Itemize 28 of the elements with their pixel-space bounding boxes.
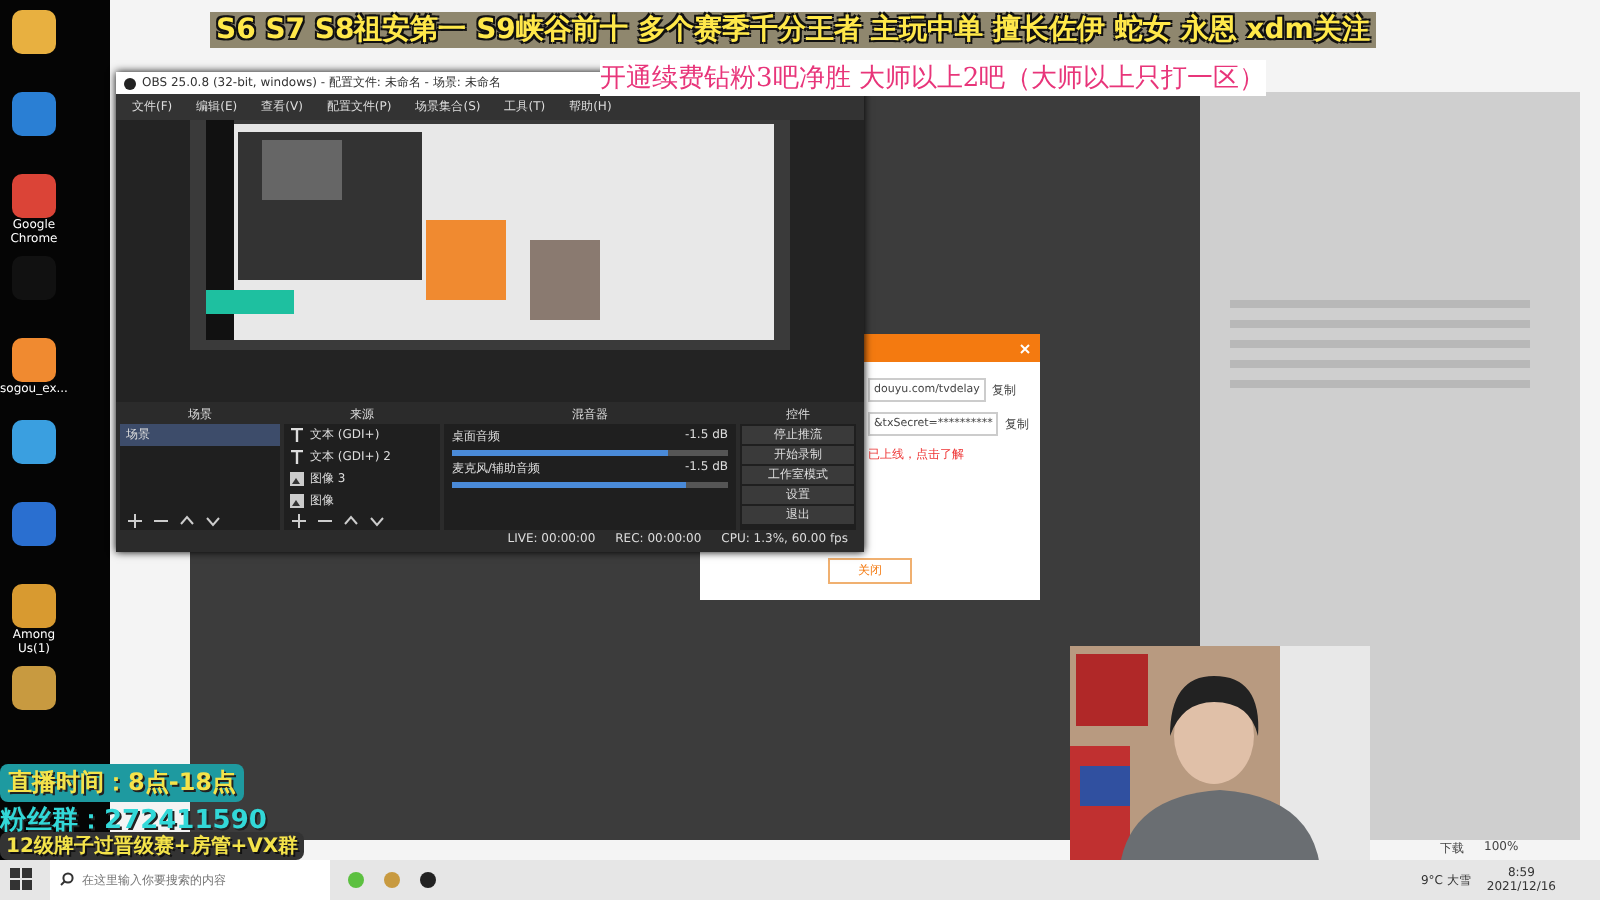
remove-icon[interactable] <box>154 514 168 528</box>
volume-slider[interactable] <box>452 450 728 456</box>
obs-logo-icon <box>124 77 136 89</box>
text-source-icon <box>290 450 304 464</box>
down-icon[interactable] <box>206 514 220 528</box>
headline-text: S6 S7 S8祖安第一 S9峡谷前十 多个赛季千分王者 主玩中单 擅长佐伊 蛇女 永恩 xdm关注 <box>210 12 1376 48</box>
fan-group-text: 粉丝群：272411590 <box>0 804 267 836</box>
volume-slider[interactable] <box>452 482 728 488</box>
perks-text: 12级牌子过晋级赛+房管+VX群 <box>0 832 305 860</box>
up-icon[interactable] <box>180 514 194 528</box>
search-icon <box>60 872 74 886</box>
app-icon[interactable] <box>12 584 56 628</box>
app-icon[interactable] <box>12 338 56 382</box>
up-icon[interactable] <box>344 514 358 528</box>
remove-icon[interactable] <box>318 514 332 528</box>
down-icon[interactable] <box>370 514 384 528</box>
promo-text: 开通续费钻粉3吧净胜 大师以上2吧（大师以上只打一区） <box>600 60 1266 96</box>
text-source-icon <box>290 428 304 442</box>
schedule-text: 直播时间：8点-18点 <box>0 764 245 802</box>
windows-start-icon[interactable] <box>10 868 34 892</box>
image-source-icon <box>290 494 304 508</box>
app-icon[interactable] <box>12 10 56 54</box>
image-source-icon <box>290 472 304 486</box>
add-icon[interactable] <box>128 514 142 528</box>
app-icon[interactable] <box>12 666 56 710</box>
add-icon[interactable] <box>292 514 306 528</box>
close-icon[interactable] <box>1020 343 1030 353</box>
app-icon[interactable] <box>12 420 56 464</box>
